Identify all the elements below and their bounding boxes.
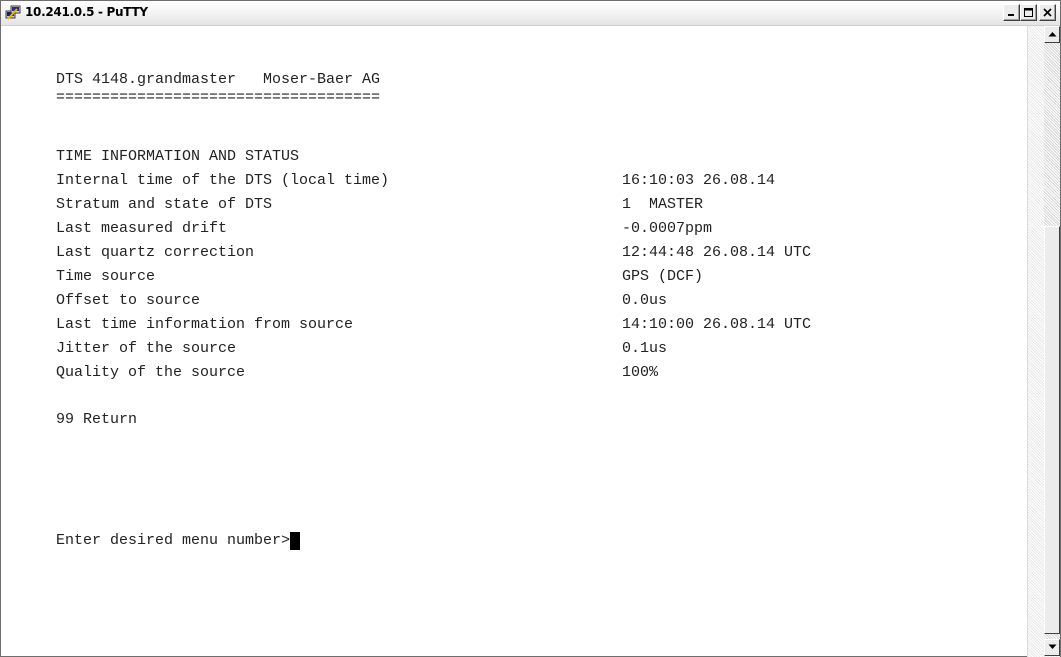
status-value: 16:10:03 26.08.14: [622, 172, 776, 189]
section-title: TIME INFORMATION AND STATUS: [56, 148, 300, 165]
putty-window: 10.241.0.5 - PuTTY DTS 4148.grandmaster: [0, 0, 1061, 657]
status-label: Time source: [56, 268, 156, 285]
text-cursor: [290, 532, 301, 550]
terminal-header: DTS 4148.grandmaster Moser-Baer AG: [56, 71, 381, 88]
window-title: 10.241.0.5 - PuTTY: [25, 5, 148, 19]
status-label: Last time information from source: [56, 316, 354, 333]
status-label: Last measured drift: [56, 220, 228, 237]
putty-icon[interactable]: [5, 5, 21, 21]
terminal-separator: ====================================: [56, 89, 381, 106]
status-label: Stratum and state of DTS: [56, 196, 273, 213]
close-button[interactable]: [1039, 4, 1056, 21]
terminal-screen[interactable]: DTS 4148.grandmaster Moser-Baer AG =====…: [2, 26, 1026, 656]
prompt-text: Enter desired menu number>: [56, 532, 291, 549]
status-value: 0.0us: [622, 292, 668, 309]
title-bar[interactable]: 10.241.0.5 - PuTTY: [1, 1, 1060, 26]
status-value: 14:10:00 26.08.14 UTC: [622, 316, 812, 333]
status-value: 0.1us: [622, 340, 668, 357]
menu-prompt[interactable]: Enter desired menu number>: [56, 532, 301, 550]
maximize-icon: [1024, 8, 1033, 17]
close-icon: [1043, 8, 1052, 17]
status-value: 1 MASTER: [622, 196, 704, 213]
status-label: Last quartz correction: [56, 244, 255, 261]
status-label: Internal time of the DTS (local time): [56, 172, 390, 189]
vertical-scrollbar[interactable]: [1027, 26, 1060, 657]
status-value: 100%: [622, 364, 659, 381]
status-value: 12:44:48 26.08.14 UTC: [622, 244, 812, 261]
scrollbar-thumb[interactable]: [1044, 226, 1060, 634]
scroll-up-button[interactable]: [1044, 26, 1060, 43]
scroll-down-arrow-icon: [1048, 644, 1057, 649]
status-value: -0.0007ppm: [622, 220, 713, 237]
maximize-button[interactable]: [1020, 4, 1037, 21]
scroll-up-arrow-icon: [1048, 32, 1057, 37]
status-label: Jitter of the source: [56, 340, 237, 357]
minimize-button[interactable]: [1003, 4, 1020, 21]
scroll-down-button[interactable]: [1044, 639, 1060, 656]
window-controls: [1003, 4, 1056, 22]
status-value: GPS (DCF): [622, 268, 704, 285]
status-label: Offset to source: [56, 292, 201, 309]
return-option: 99 Return: [56, 411, 138, 428]
status-label: Quality of the source: [56, 364, 246, 381]
minimize-icon: [1008, 14, 1014, 16]
